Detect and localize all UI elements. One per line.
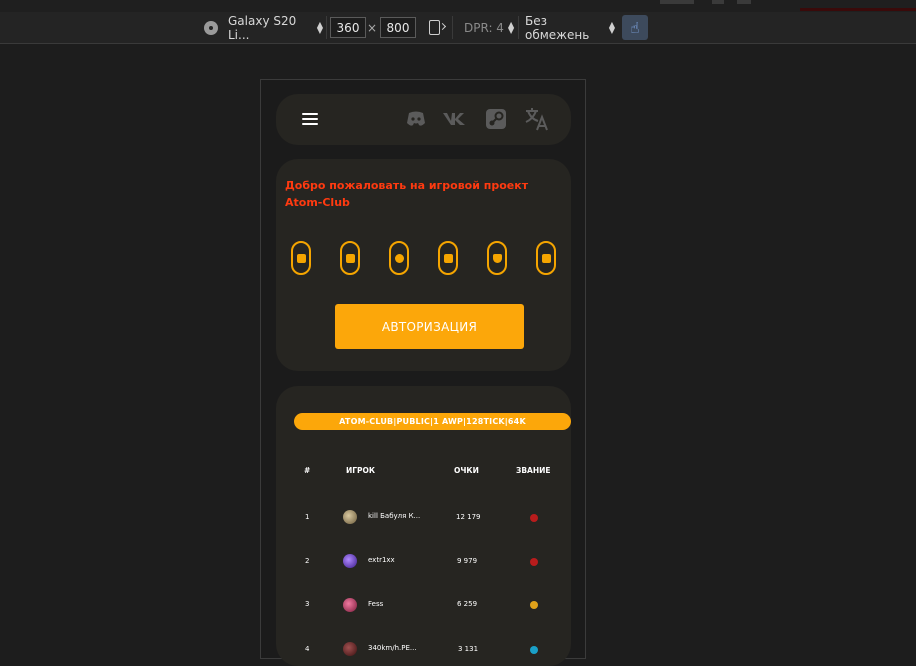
width-input[interactable]: 360 (330, 17, 366, 38)
row-points: 9 979 (457, 557, 478, 565)
row-position: 3 (305, 600, 310, 608)
row-position: 2 (305, 557, 310, 565)
chrome-icon (204, 12, 222, 43)
toolbar-separator (452, 16, 453, 39)
site-navbar (276, 94, 571, 145)
vk-icon[interactable] (440, 106, 470, 132)
rank-icon (530, 646, 538, 654)
toolbar-separator (326, 16, 327, 39)
row-points: 12 179 (456, 513, 481, 521)
discord-icon[interactable] (403, 106, 429, 132)
chat-icon[interactable] (291, 241, 311, 275)
auth-button[interactable]: АВТОРИЗАЦИЯ (335, 304, 524, 349)
row-points: 3 131 (458, 645, 479, 653)
avatar (343, 554, 357, 568)
user-icon[interactable] (389, 241, 409, 275)
window-tab-stub (660, 0, 694, 4)
dimension-times: × (366, 20, 378, 35)
welcome-card: Добро пожаловать на игровой проект Atom-… (276, 159, 571, 371)
dropdown-arrows-icon: ▲ ▼ (608, 19, 615, 35)
window-control-stub (712, 0, 724, 4)
throttle-label: Без обмежень (525, 13, 590, 42)
server-name-tab[interactable]: ATOM-CLUB|PUBLIC|1 AWP|128TICK|64K (294, 413, 571, 430)
steam-icon[interactable] (483, 106, 509, 132)
dpr-label: DPR: 4 (464, 20, 504, 35)
row-player[interactable]: Fess (368, 600, 383, 608)
welcome-text: Добро пожаловать на игровой проект Atom-… (285, 179, 529, 209)
avatar (343, 598, 357, 612)
rank-icon (530, 601, 538, 609)
height-input[interactable]: 800 (380, 17, 416, 38)
row-player[interactable]: kill Бабуля К... (368, 512, 420, 520)
device-toolbar: Galaxy S20 Li... ▲ ▼ 360 × 800 DPR: 4 ▲ ▼ … (0, 12, 916, 44)
dropdown-arrows-icon: ▲ ▼ (316, 19, 323, 35)
row-position: 4 (305, 645, 310, 653)
touch-icon[interactable]: ☝ (622, 15, 648, 40)
device-viewport: Добро пожаловать на игровой проект Atom-… (260, 79, 586, 666)
header-rank: ЗВАНИЕ (516, 466, 551, 475)
menu-icon[interactable] (302, 113, 318, 125)
rank-icon (530, 514, 538, 522)
row-points: 6 259 (457, 600, 478, 608)
device-name: Galaxy S20 Li... (228, 13, 297, 42)
header-points: ОЧКИ (454, 466, 479, 475)
header-position: # (304, 466, 311, 475)
window-close-stub (737, 0, 751, 4)
server-stats-card: ATOM-CLUB|PUBLIC|1 AWP|128TICK|64K # ИГР… (276, 386, 571, 666)
rank-icon (530, 558, 538, 566)
throttle-select[interactable]: Без обмежень ▲ ▼ (525, 12, 615, 43)
rotate-icon[interactable] (425, 12, 443, 43)
shield-icon[interactable] (487, 241, 507, 275)
stats-icon[interactable] (438, 241, 458, 275)
header-player: ИГРОК (346, 466, 376, 475)
row-player[interactable]: extr1xx (368, 556, 395, 564)
row-player[interactable]: 340km/h.PE... (368, 644, 417, 652)
dropdown-arrows-icon: ▲ ▼ (507, 19, 515, 35)
recording-indicator (800, 8, 916, 11)
avatar (343, 510, 357, 524)
cart-icon[interactable] (340, 241, 360, 275)
row-position: 1 (305, 513, 310, 521)
dpr-select[interactable]: DPR: 4 ▲ ▼ (464, 12, 516, 43)
translate-icon[interactable] (524, 106, 550, 132)
id-card-icon[interactable] (536, 241, 556, 275)
device-select[interactable]: Galaxy S20 Li... ▲ ▼ (228, 12, 323, 43)
toolbar-separator (518, 16, 519, 39)
